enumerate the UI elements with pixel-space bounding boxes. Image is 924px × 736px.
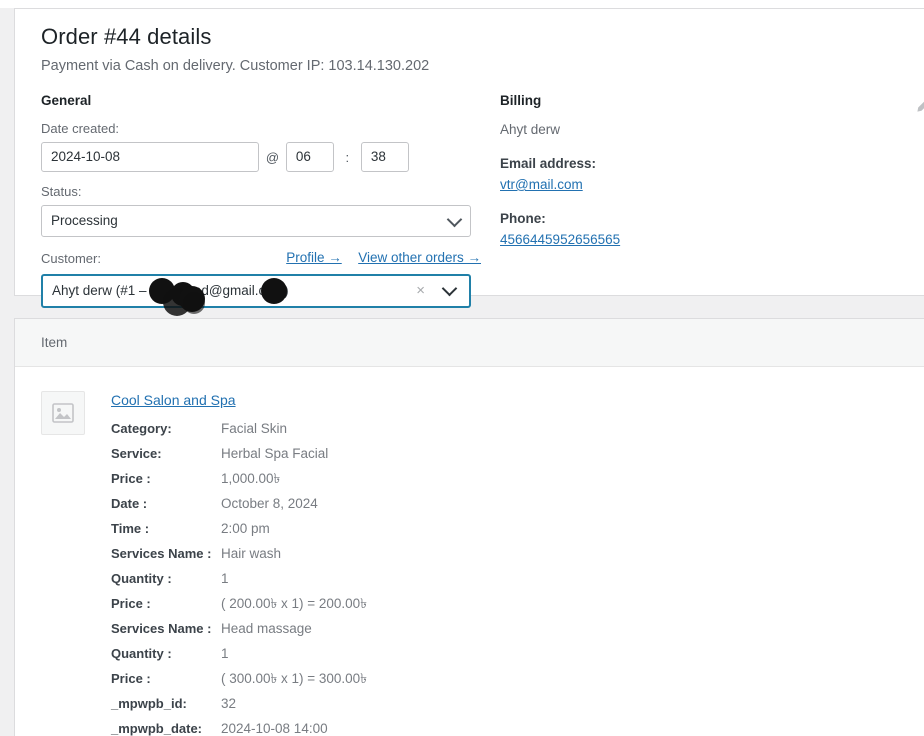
item-meta-row: Quantity : 1	[111, 570, 367, 595]
item-meta-row: Price : ( 200.00৳ x 1) = 200.00৳	[111, 595, 367, 620]
item-meta-value: Hair wash	[221, 546, 282, 561]
item-row: Cool Salon and Spa Category: Facial Skin S…	[15, 367, 924, 736]
item-meta-key: Date :	[111, 496, 148, 511]
status-label: Status:	[41, 184, 82, 199]
page-root: Order #44 details Payment via Cash on de…	[0, 0, 924, 736]
item-meta-row: Time : 2:00 pm	[111, 520, 367, 545]
billing-name: Ahyt derw	[500, 122, 561, 137]
top-strip	[0, 0, 924, 8]
status-selected-value: Processing	[51, 213, 118, 228]
item-meta-value: October 8, 2024	[221, 496, 318, 511]
item-meta-row: Price : ( 300.00৳ x 1) = 300.00৳	[111, 670, 367, 695]
item-meta-value: Head massage	[221, 621, 312, 636]
item-meta-value: Facial Skin	[221, 421, 288, 436]
item-meta-value: 32	[221, 696, 237, 711]
view-other-orders-link[interactable]: View other orders →	[358, 250, 481, 265]
billing-phone-label: Phone:	[500, 211, 546, 226]
image-placeholder-icon	[52, 403, 74, 423]
redaction-blob	[261, 278, 287, 304]
item-meta-key: _mpwpb_date:	[111, 721, 203, 736]
item-meta-row: Price : 1,000.00৳	[111, 470, 367, 495]
item-meta-key: Price :	[111, 596, 151, 611]
item-meta-row: Services Name : Head massage	[111, 620, 367, 645]
item-meta-value: 1	[221, 646, 229, 661]
item-meta-row: Quantity : 1	[111, 645, 367, 670]
item-meta-key: Services Name :	[111, 621, 212, 636]
item-meta-value: Herbal Spa Facial	[221, 446, 329, 461]
items-column-header: Item	[15, 319, 924, 367]
date-created-input[interactable]: 2024-10-08	[41, 142, 259, 172]
order-items-panel: Item Cool Salon and Spa Category: Facial …	[14, 318, 924, 736]
item-meta-value: 2:00 pm	[221, 521, 270, 536]
customer-row: Customer: Profile → View other orders →	[41, 249, 481, 269]
hour-input[interactable]: 06	[285, 142, 334, 172]
profile-link[interactable]: Profile →	[286, 250, 342, 265]
customer-label: Customer:	[41, 251, 101, 266]
item-meta-key: Service:	[111, 446, 162, 461]
item-product-link[interactable]: Cool Salon and Spa	[111, 391, 236, 409]
pencil-icon[interactable]	[915, 98, 924, 114]
order-header: Order #44 details Payment via Cash on de…	[15, 9, 924, 77]
item-meta-value: ( 200.00৳ x 1) = 200.00৳	[221, 596, 367, 611]
item-meta-key: Time :	[111, 521, 150, 536]
item-meta-row: Services Name : Hair wash	[111, 545, 367, 570]
item-meta-value: 1	[221, 571, 229, 586]
item-meta-value: ( 300.00৳ x 1) = 300.00৳	[221, 671, 367, 686]
item-meta-table: Category: Facial Skin Service: Herbal Spa F…	[111, 420, 367, 736]
billing-heading: Billing	[500, 93, 542, 108]
item-meta-key: Quantity :	[111, 646, 172, 661]
item-meta-body: Category: Facial Skin Service: Herbal Spa F…	[111, 420, 367, 736]
status-select[interactable]: Processing	[41, 205, 471, 237]
item-meta-key: Quantity :	[111, 571, 172, 586]
clear-customer-icon[interactable]: ×	[416, 282, 425, 300]
item-thumbnail	[41, 391, 85, 435]
date-created-row: 2024-10-08 @ 06 : 38	[41, 142, 481, 172]
order-details-panel: Order #44 details Payment via Cash on de…	[14, 8, 924, 316]
order-subtitle: Payment via Cash on delivery. Customer I…	[41, 58, 430, 74]
item-meta-row: _mpwpb_id: 32	[111, 695, 367, 720]
billing-column: Billing Ahyt derw Email address: vtr@mai…	[500, 93, 800, 265]
item-meta-value: 2024-10-08 14:00	[221, 721, 328, 736]
customer-select[interactable]: Ahyt derw (#1 – aaasifaad@gmail.com) ×	[41, 274, 471, 316]
item-meta-row: Category: Facial Skin	[111, 420, 367, 445]
billing-email-label: Email address:	[500, 156, 597, 171]
redaction-blob	[183, 292, 205, 314]
item-details: Cool Salon and Spa Category: Facial Skin S…	[111, 391, 924, 736]
date-created-label: Date created:	[41, 121, 120, 136]
page-title: Order #44 details	[41, 24, 212, 49]
item-meta-key: _mpwpb_id:	[111, 696, 187, 711]
item-meta-key: Price :	[111, 671, 151, 686]
general-column: General Date created: 2024-10-08 @ 06 : …	[41, 93, 481, 316]
at-symbol: @	[265, 149, 280, 165]
item-meta-value: 1,000.00৳	[221, 471, 281, 486]
item-meta-key: Category:	[111, 421, 172, 436]
general-heading: General	[41, 93, 92, 108]
minute-input[interactable]: 38	[360, 142, 409, 172]
item-meta-row: Date : October 8, 2024	[111, 495, 367, 520]
item-meta-key: Services Name :	[111, 546, 212, 561]
item-meta-row: _mpwpb_date: 2024-10-08 14:00	[111, 720, 367, 736]
customer-selected-value: Ahyt derw (#1 – aaasifaad@gmail.com)	[52, 283, 289, 298]
billing-email-value[interactable]: vtr@mail.com	[500, 176, 583, 194]
item-meta-row: Service: Herbal Spa Facial	[111, 445, 367, 470]
customer-links: Profile → View other orders →	[274, 249, 481, 267]
item-meta-key: Price :	[111, 471, 151, 486]
billing-phone-value[interactable]: 4566445952656565	[500, 231, 620, 249]
time-separator: :	[345, 149, 350, 165]
